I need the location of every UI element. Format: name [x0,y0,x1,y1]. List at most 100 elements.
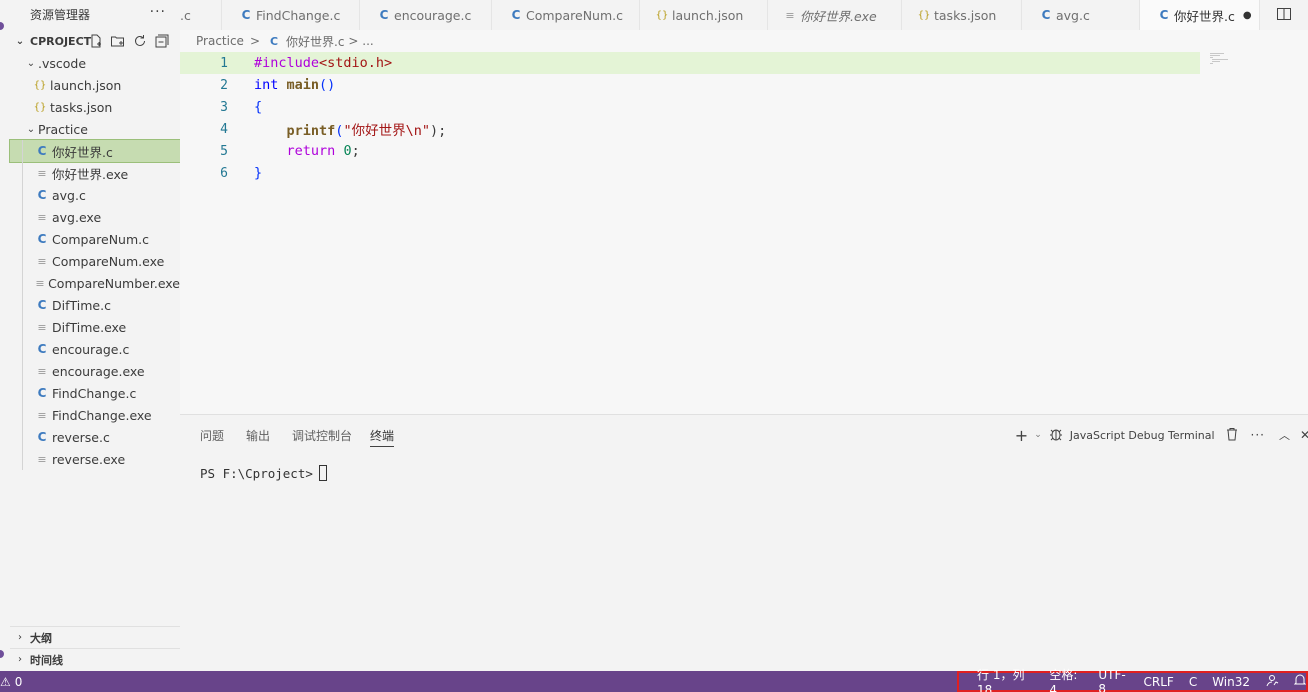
code-token: return [286,143,336,159]
collapse-all-icon[interactable] [154,33,170,49]
c-file-icon: C [37,144,47,158]
split-editor-icon[interactable] [1276,6,1292,22]
new-folder-icon[interactable] [110,33,126,49]
file-avg-c[interactable]: C avg.c [10,184,180,206]
tab-findchange-c[interactable]: C FindChange.c [222,0,360,30]
file-comparenumber-exe[interactable]: ≡ CompareNumber.exe [10,272,180,294]
activity-indicator-icon [0,22,4,30]
tab-hello-world-c[interactable]: C 你好世界.c ● [1140,0,1260,30]
tab-output[interactable]: 输出 [246,427,270,447]
file-comparenum-exe[interactable]: ≡ CompareNum.exe [10,250,180,272]
more-actions-icon[interactable]: ··· [150,4,166,20]
bottom-panel: 问题 输出 调试控制台 终端 + ⌄ JavaScript Debug Term… [180,414,1308,671]
file-diftime-exe[interactable]: ≡ DifTime.exe [10,316,180,338]
refresh-icon[interactable] [132,33,148,49]
file-label: 你好世界.exe [52,166,129,182]
tab-avg-c[interactable]: C avg.c [1022,0,1140,30]
code-editor[interactable]: 1 #include<stdio.h> 2 int main() 3 { 4 p… [180,52,1308,414]
editor-tab-bar: .c C FindChange.c C encourage.c C Compar… [180,0,1308,30]
folder-vscode[interactable]: ⌄ .vscode [10,52,180,74]
tab-hello-world-exe[interactable]: ≡ 你好世界.exe [768,0,902,30]
file-comparenum-c[interactable]: C CompareNum.c [10,228,180,250]
maximize-panel-icon[interactable]: ︿ [1279,427,1290,443]
breadcrumb-file[interactable]: 你好世界.c [286,33,344,50]
tab-launch-json[interactable]: {} launch.json [640,0,768,30]
terminal-name[interactable]: JavaScript Debug Terminal [1070,429,1215,442]
tab-debug-console[interactable]: 调试控制台 [292,427,352,447]
indentation[interactable]: 空格: 4 [1049,666,1083,692]
minimap[interactable] [1208,52,1308,66]
timeline-section[interactable]: › 时间线 [10,648,180,670]
status-highlight-box: 行 1，列 18 空格: 4 UTF-8 CRLF C Win32 [957,668,1308,692]
file-reverse-exe[interactable]: ≡ reverse.exe [10,448,180,470]
add-terminal-icon[interactable]: + [1015,426,1028,445]
tab-tasks-json[interactable]: {} tasks.json [902,0,1022,30]
tab-label: encourage.c [394,7,472,23]
c-file-icon: C [37,232,47,246]
line-number: 2 [220,77,228,93]
folder-practice[interactable]: ⌄ Practice [10,118,180,140]
file-findchange-c[interactable]: C FindChange.c [10,382,180,404]
file-label: CompareNumber.exe [48,275,180,291]
activity-bar-edge [0,0,10,671]
tab-partial[interactable]: .c [180,0,222,30]
code-token: #include [254,55,320,71]
line-number: 3 [220,99,228,115]
c-file-icon: C [37,298,47,312]
file-launch-json[interactable]: {} launch.json [10,74,180,96]
minimap-line [1210,55,1220,56]
problems-indicator[interactable]: ⚠ 0 [0,675,22,689]
line-number: 4 [220,121,228,137]
file-diftime-c[interactable]: C DifTime.c [10,294,180,316]
code-token: } [254,165,263,181]
breadcrumb-folder[interactable]: Practice [196,34,244,48]
notification-bell-icon[interactable] [1293,673,1307,690]
code-token: { [254,99,263,115]
feedback-icon[interactable] [1265,673,1279,690]
c-file-icon: C [37,188,47,202]
tab-problems[interactable]: 问题 [200,427,224,447]
line-ending[interactable]: CRLF [1144,675,1174,689]
exe-file-icon: ≡ [37,364,47,378]
file-reverse-c[interactable]: C reverse.c [10,426,180,448]
c-file-icon: C [269,34,279,48]
file-hello-world-c[interactable]: C 你好世界.c [9,139,181,163]
platform[interactable]: Win32 [1212,675,1250,689]
unsaved-dot-icon[interactable]: ● [1243,10,1252,21]
new-file-icon[interactable] [88,33,104,49]
chevron-down-icon: ⌄ [15,35,25,47]
cursor-position[interactable]: 行 1，列 18 [977,666,1034,692]
encoding[interactable]: UTF-8 [1098,668,1128,692]
c-file-icon: C [37,430,47,444]
exe-file-icon: ≡ [37,452,47,466]
file-tasks-json[interactable]: {} tasks.json [10,96,180,118]
exe-file-icon: ≡ [37,320,47,334]
tab-encourage-c[interactable]: C encourage.c [360,0,492,30]
close-panel-icon[interactable]: ✕ [1300,428,1308,442]
code-line: 1 #include<stdio.h> [180,52,1200,74]
c-file-icon: C [1041,8,1051,22]
more-actions-icon[interactable]: ··· [1251,428,1265,442]
file-encourage-c[interactable]: C encourage.c [10,338,180,360]
chevron-down-icon: ⌄ [26,57,36,69]
language-mode[interactable]: C [1189,675,1197,689]
file-avg-exe[interactable]: ≡ avg.exe [10,206,180,228]
file-findchange-exe[interactable]: ≡ FindChange.exe [10,404,180,426]
tab-terminal[interactable]: 终端 [370,427,395,447]
project-section-header[interactable]: ⌄ CPROJECT [10,30,180,52]
chevron-down-icon[interactable]: ⌄ [1034,430,1042,440]
code-token: printf [286,123,336,139]
breadcrumb-symbols[interactable]: > ... [348,34,373,48]
outline-section[interactable]: › 大纲 [10,626,180,648]
trash-icon[interactable] [1225,427,1239,444]
file-hello-world-exe[interactable]: ≡ 你好世界.exe [10,162,180,184]
chevron-down-icon: ⌄ [26,123,36,135]
tab-comparenum-c[interactable]: C CompareNum.c [492,0,640,30]
exe-file-icon: ≡ [37,166,47,180]
terminal-cursor [318,465,327,481]
file-encourage-exe[interactable]: ≡ encourage.exe [10,360,180,382]
minimap-line [1212,61,1220,62]
code-token: "你好世界\n" [343,123,430,139]
terminal-output[interactable]: PS F:\Cproject> [200,465,327,481]
chevron-right-icon: › [18,654,22,665]
